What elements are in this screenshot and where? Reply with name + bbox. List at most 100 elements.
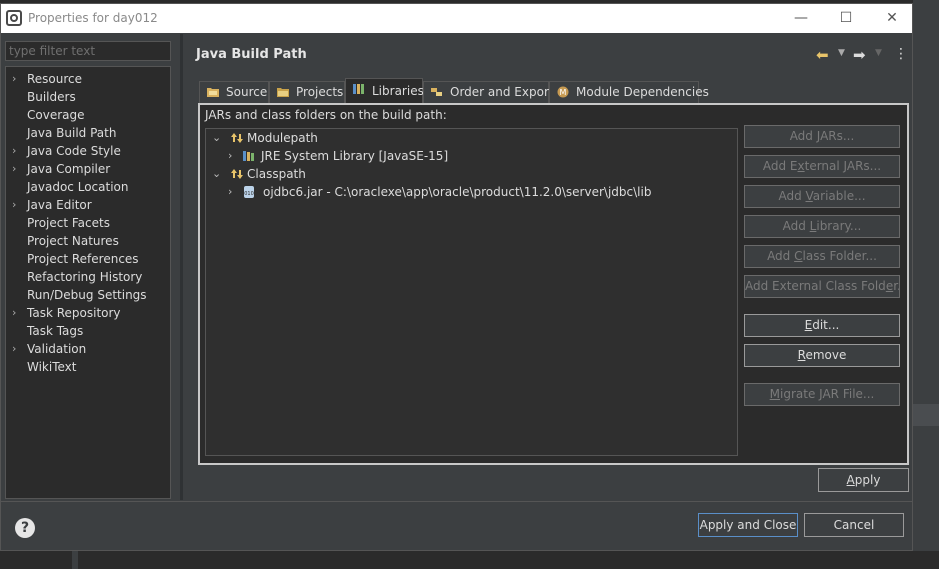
tree-label: Classpath <box>247 167 306 181</box>
button-label-suffix: r... <box>893 279 899 293</box>
ide-background-right <box>913 0 939 569</box>
tab-libraries[interactable]: Libraries <box>345 78 424 104</box>
button-label-suffix: ibrary... <box>816 219 862 233</box>
nav-item-label: Task Tags <box>27 324 84 338</box>
tree-label: JRE System Library [JavaSE-15] <box>261 149 449 163</box>
projects-icon <box>277 88 289 97</box>
footer-separator <box>1 501 912 502</box>
nav-item[interactable]: › Java Code Style <box>6 142 170 160</box>
nav-item[interactable]: › Java Editor <box>6 196 170 214</box>
add-external-jars-button[interactable]: Add External JARs... <box>744 155 900 178</box>
chevron-right-icon[interactable]: › <box>12 340 16 358</box>
nav-item[interactable]: Project References <box>6 250 170 268</box>
minimize-button[interactable]: — <box>789 7 813 29</box>
chevron-right-icon[interactable]: › <box>12 196 16 214</box>
remove-button[interactable]: Remove <box>744 344 900 367</box>
nav-item-label: Java Compiler <box>27 162 111 176</box>
chevron-right-icon[interactable]: › <box>228 183 238 201</box>
ide-background-bottom <box>0 551 939 569</box>
close-button[interactable]: ✕ <box>880 7 904 29</box>
nav-item[interactable]: Project Natures <box>6 232 170 250</box>
nav-item[interactable]: Refactoring History <box>6 268 170 286</box>
tab-label: Libraries <box>372 84 424 98</box>
nav-item[interactable]: › Task Repository <box>6 304 170 322</box>
build-path-tree[interactable]: ⌄ Modulepath › JRE System Library [JavaS… <box>205 128 738 456</box>
button-label-suffix: ternal JARs... <box>804 159 882 173</box>
button-label-suffix: igrate JAR File... <box>780 387 875 401</box>
nav-item[interactable]: Coverage <box>6 106 170 124</box>
edit-button[interactable]: Edit... <box>744 314 900 337</box>
nav-item[interactable]: › Java Compiler <box>6 160 170 178</box>
chevron-right-icon[interactable]: › <box>12 160 16 178</box>
arrow-left-icon[interactable]: ⬅ <box>816 46 829 64</box>
chevron-right-icon[interactable]: › <box>12 70 16 88</box>
chevron-right-icon[interactable]: › <box>12 304 16 322</box>
tree-item-ojdbc6-jar[interactable]: › 010 ojdbc6.jar - C:\oraclexe\app\oracl… <box>228 183 651 201</box>
nav-item-label: WikiText <box>27 360 77 374</box>
nav-item[interactable]: Java Build Path <box>6 124 170 142</box>
cancel-button[interactable]: Cancel <box>804 513 904 537</box>
button-label-suffix: emove <box>805 348 847 362</box>
button-label-prefix: Add <box>767 249 795 263</box>
tree-item-classpath[interactable]: ⌄ Classpath <box>212 165 632 183</box>
nav-item-label: Task Repository <box>27 306 121 320</box>
ide-background-bar <box>72 551 78 569</box>
nav-item-label: Java Code Style <box>27 144 121 158</box>
tab-projects[interactable]: Projects <box>269 81 345 103</box>
button-label-prefix: Add <box>789 129 817 143</box>
help-icon[interactable]: ? <box>15 518 35 538</box>
nav-item-label: Run/Debug Settings <box>27 288 147 302</box>
chevron-down-icon[interactable]: ⌄ <box>212 129 222 147</box>
apply-button[interactable]: Apply <box>818 468 909 492</box>
maximize-button[interactable]: ☐ <box>834 7 858 29</box>
window-title: Properties for day012 <box>28 11 158 25</box>
module-icon: M <box>557 86 569 98</box>
button-mnemonic: A <box>846 473 855 487</box>
chevron-down-icon[interactable]: ⌄ <box>212 165 222 183</box>
button-label-suffix: lass Folder... <box>802 249 877 263</box>
add-library-button[interactable]: Add Library... <box>744 215 900 238</box>
apply-and-close-button[interactable]: Apply and Close <box>698 513 798 537</box>
chevron-right-icon[interactable]: › <box>12 142 16 160</box>
nav-item[interactable]: Run/Debug Settings <box>6 286 170 304</box>
page-title: Java Build Path <box>196 47 307 62</box>
add-class-folder-button[interactable]: Add Class Folder... <box>744 245 900 268</box>
properties-dialog: Properties for day012 — ☐ ✕ type filter … <box>0 3 913 551</box>
nav-item[interactable]: Builders <box>6 88 170 106</box>
filter-input[interactable]: type filter text <box>5 41 171 61</box>
tab-order-and-export[interactable]: Order and Export <box>423 81 554 103</box>
nav-item[interactable]: Javadoc Location <box>6 178 170 196</box>
svg-text:010: 010 <box>244 191 254 197</box>
nav-item[interactable]: Task Tags <box>6 322 170 340</box>
ide-background-strip <box>913 404 939 426</box>
forward-dropdown-icon[interactable]: ▼ <box>875 48 882 58</box>
tab-label: Projects <box>296 85 344 99</box>
back-dropdown-icon[interactable]: ▼ <box>838 48 845 58</box>
nav-item-label: Coverage <box>27 108 85 122</box>
nav-item-label: Javadoc Location <box>27 180 129 194</box>
nav-item-label: Project Facets <box>27 216 110 230</box>
button-mnemonic: x <box>797 159 805 173</box>
tree-item-modulepath[interactable]: ⌄ Modulepath <box>212 129 632 147</box>
nav-item[interactable]: WikiText <box>6 358 170 376</box>
nav-item[interactable]: › Validation <box>6 340 170 358</box>
tab-source[interactable]: Source <box>199 81 269 103</box>
arrow-right-icon[interactable]: ➡ <box>853 46 866 64</box>
jars-heading: JARs and class folders on the build path… <box>205 108 447 122</box>
nav-item-label: Refactoring History <box>27 270 143 284</box>
migrate-jar-file-button[interactable]: Migrate JAR File... <box>744 383 900 406</box>
jre-library-icon <box>243 151 254 161</box>
properties-nav-tree: › Resource Builders Coverage Java Build Path… <box>5 66 171 499</box>
tab-module-dependencies[interactable]: M Module Dependencies <box>549 81 709 103</box>
add-jars-button[interactable]: Add JARs... <box>744 125 900 148</box>
view-menu-icon[interactable]: ⋮ <box>894 46 908 62</box>
add-external-class-folder-button[interactable]: Add External Class Folder... <box>744 275 900 298</box>
nav-item[interactable]: › Resource <box>6 70 170 88</box>
eclipse-icon <box>6 10 22 26</box>
chevron-right-icon[interactable]: › <box>228 147 238 165</box>
nav-item[interactable]: Project Facets <box>6 214 170 232</box>
tree-item-jre-system-library[interactable]: › JRE System Library [JavaSE-15] <box>228 147 648 165</box>
splitter-sash[interactable] <box>180 34 183 500</box>
add-variable-button[interactable]: Add Variable... <box>744 185 900 208</box>
jar-icon: 010 <box>244 186 254 198</box>
